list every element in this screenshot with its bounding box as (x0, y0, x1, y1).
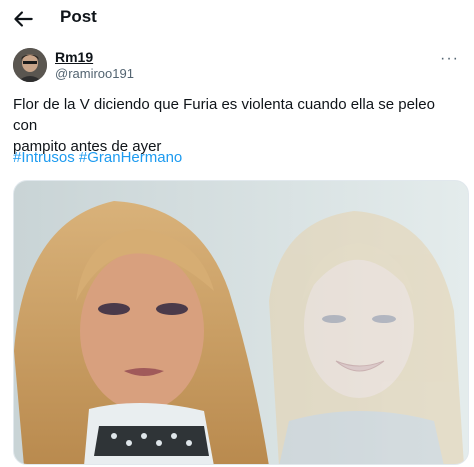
hashtag-link[interactable]: #GranHermano (79, 149, 182, 166)
hashtags: #Intrusos #GranHermano (13, 149, 182, 166)
tweet-image[interactable] (13, 180, 469, 465)
hashtag-link[interactable]: #Intrusos (13, 149, 75, 166)
author-display-name[interactable]: Rm19 (55, 49, 93, 65)
author-handle[interactable]: @ramiroo191 (55, 66, 134, 81)
top-bar: Post (0, 0, 474, 38)
back-button[interactable] (10, 6, 36, 32)
page-title: Post (60, 7, 97, 26)
arrow-left-icon (14, 11, 33, 27)
tweet-text: Flor de la V diciendo que Furia es viole… (13, 94, 463, 157)
avatar[interactable] (13, 48, 47, 82)
tweet-text-line-1: Flor de la V diciendo que Furia es viole… (13, 96, 435, 134)
more-options-icon[interactable]: ··· (440, 50, 459, 68)
